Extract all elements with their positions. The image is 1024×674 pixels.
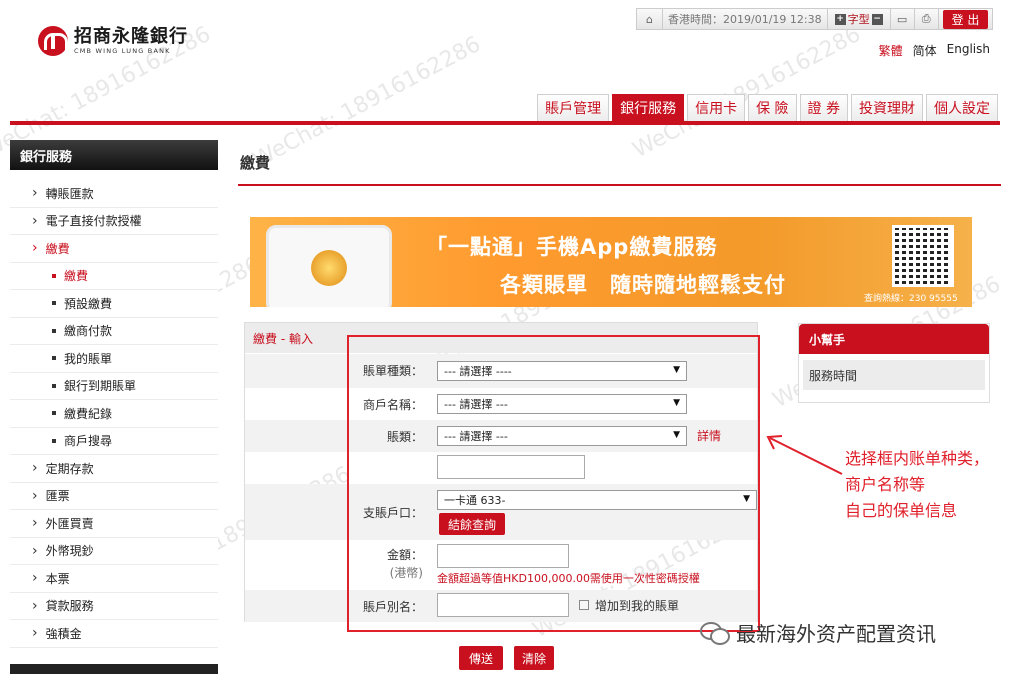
logout-button[interactable]: 登 出: [939, 9, 993, 29]
sidebar-title: 銀行服務: [10, 140, 218, 170]
watermark: WeChat: 18916162286: [248, 31, 485, 174]
lang-simplified[interactable]: 简体: [913, 42, 937, 59]
clock-text: 香港時間：2019/01/19 12:38: [663, 9, 828, 29]
language-switcher: 繁體 简体 English: [879, 42, 990, 59]
nav-divider: [10, 121, 1000, 125]
sidebar-subitem-payment-history[interactable]: 繳費紀錄: [10, 400, 218, 428]
top-utility-bar: ⌂ 香港時間：2019/01/19 12:38 + 字型 − ▭ ⎙ 登 出: [636, 8, 994, 30]
clear-button[interactable]: 清除: [514, 646, 554, 670]
tab-account-management[interactable]: 賬戶管理: [537, 94, 610, 121]
font-increase-icon[interactable]: +: [834, 13, 846, 25]
bank-name-en: CMB WING LUNG BANK: [74, 47, 171, 55]
banner-hotline: 查詢熱線：230 95555: [864, 294, 958, 304]
wechat-icon: [700, 621, 730, 645]
sidebar: 銀行服務 轉賬匯款 電子直接付款授權 繳費 繳費 預設繳費 繳商付款 我的賬單 …: [10, 140, 218, 674]
tab-securities[interactable]: 證 券: [799, 94, 848, 121]
phone-illustration: [266, 225, 392, 307]
qr-code-icon: [892, 225, 954, 287]
font-size-control[interactable]: + 字型 −: [828, 9, 891, 29]
tab-insurance[interactable]: 保 險: [748, 94, 797, 121]
main-nav: 賬戶管理 銀行服務 信用卡 保 險 證 券 投資理財 個人設定: [537, 94, 998, 121]
promo-banner[interactable]: 「一點通」手機App繳費服務 各類賬單 隨時隨地輕鬆支付 查詢熱線：230 95…: [250, 217, 972, 307]
watermark: WeChat: 18916162286: [628, 21, 865, 164]
helper-panel: 小幫手 服務時間: [798, 323, 990, 403]
annotation-line-2: 商户名称等: [845, 475, 926, 494]
coin-icon: [311, 250, 347, 286]
printer-icon[interactable]: ⎙: [915, 9, 939, 29]
annotation-line-3: 自己的保单信息: [845, 501, 958, 520]
tab-investment[interactable]: 投資理財: [851, 94, 923, 121]
helper-service-hours-link[interactable]: 服務時間: [803, 360, 985, 390]
sidebar-subitem-merchant-search[interactable]: 商戶搜尋: [10, 428, 218, 455]
bank-logo[interactable]: 招商永隆銀行 CMB WING LUNG BANK: [38, 26, 188, 56]
title-divider: [238, 184, 1001, 186]
sidebar-subitem-preset-payment[interactable]: 預設繳費: [10, 290, 218, 318]
sidebar-item-fx-trading[interactable]: 外匯買賣: [10, 510, 218, 538]
banner-subline: 各類賬單 隨時隨地輕鬆支付: [500, 273, 786, 297]
source-text: 最新海外资产配置资讯: [736, 622, 936, 646]
bank-logo-icon: [38, 26, 68, 56]
home-icon[interactable]: ⌂: [637, 9, 663, 29]
banner-headline: 「一點通」手機App繳費服務: [426, 235, 718, 259]
wechat-source: 最新海外资产配置资讯: [700, 618, 936, 647]
sidebar-item-draft[interactable]: 匯票: [10, 483, 218, 510]
tab-personal-settings[interactable]: 個人設定: [926, 94, 998, 121]
annotation-highlight-box: [347, 335, 760, 632]
page-title: 繳費: [240, 154, 271, 172]
annotation-arrow-icon: [766, 435, 843, 475]
sidebar-item-transfer[interactable]: 轉賬匯款: [10, 180, 218, 208]
lang-traditional[interactable]: 繁體: [879, 42, 903, 59]
tab-credit-card[interactable]: 信用卡: [687, 94, 746, 121]
sidebar-footer: [10, 664, 218, 674]
sidebar-subitem-due-bills[interactable]: 銀行到期賬單: [10, 373, 218, 400]
sidebar-item-edda[interactable]: 電子直接付款授權: [10, 208, 218, 235]
lang-english[interactable]: English: [947, 42, 990, 59]
sidebar-subitem-pay-bill[interactable]: 繳費: [10, 263, 218, 290]
sidebar-item-mpf[interactable]: 強積金: [10, 620, 218, 648]
bank-name-cn: 招商永隆銀行: [74, 26, 188, 47]
sidebar-item-bill-payment[interactable]: 繳費: [10, 235, 218, 263]
sidebar-item-time-deposit[interactable]: 定期存款: [10, 455, 218, 483]
annotation-text: 选择框内账单种类， 商户名称等 自己的保单信息: [845, 446, 989, 524]
font-size-label: 字型: [847, 13, 870, 26]
sidebar-subitem-merchant-payment[interactable]: 繳商付款: [10, 318, 218, 345]
sidebar-item-fx-cash[interactable]: 外幣現鈔: [10, 538, 218, 565]
helper-title: 小幫手: [799, 324, 989, 354]
tab-banking-services[interactable]: 銀行服務: [612, 94, 685, 121]
folder-icon[interactable]: ▭: [891, 9, 915, 29]
sidebar-item-cashier-order[interactable]: 本票: [10, 565, 218, 593]
sidebar-subitem-my-bills[interactable]: 我的賬單: [10, 345, 218, 373]
sidebar-item-loans[interactable]: 貸款服務: [10, 593, 218, 620]
font-decrease-icon[interactable]: −: [871, 13, 883, 25]
logout-label: 登 出: [942, 9, 989, 29]
send-button[interactable]: 傳送: [459, 646, 503, 670]
annotation-line-1: 选择框内账单种类，: [845, 449, 990, 468]
